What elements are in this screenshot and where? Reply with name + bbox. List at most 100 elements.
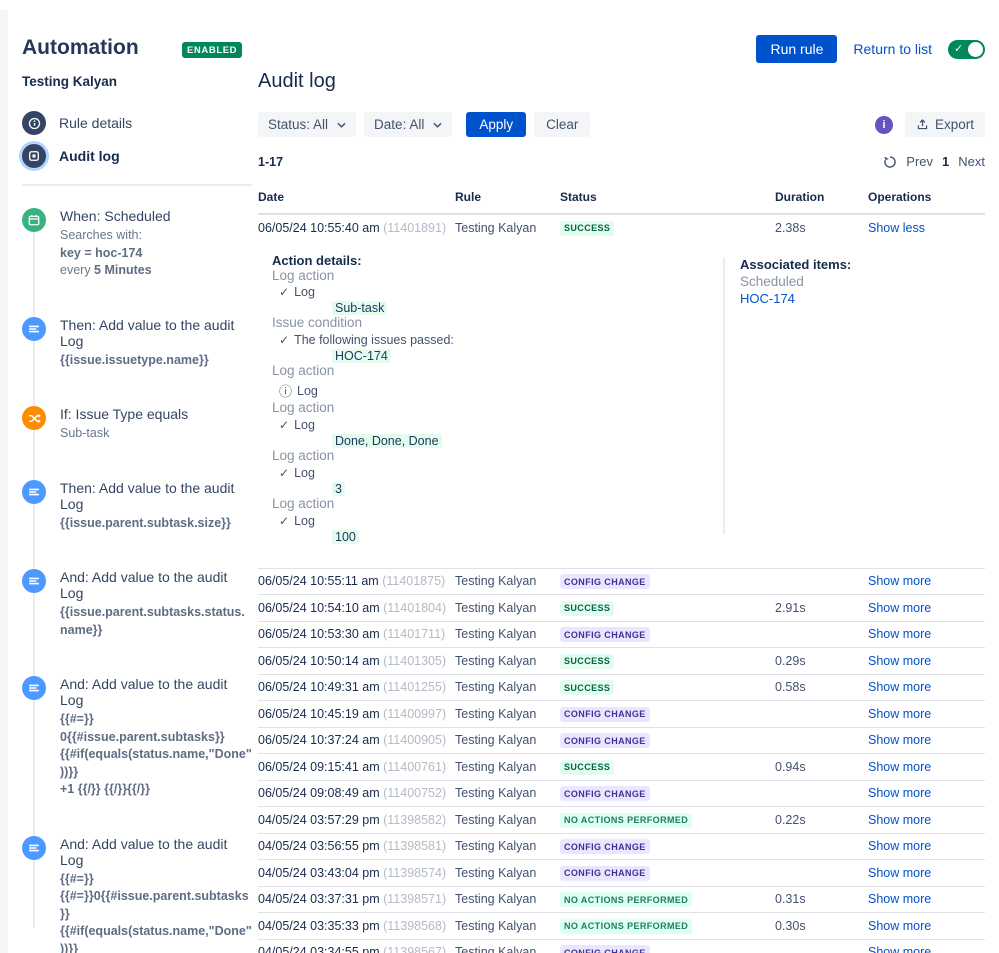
row-status: SUCCESS xyxy=(560,600,775,616)
action-entry: Log action ⓘ Log xyxy=(272,363,723,400)
show-more-link[interactable]: Show more xyxy=(868,945,931,953)
chevron-down-icon xyxy=(337,122,346,128)
action-entry: Log action ✓ Log Done, Done, Done xyxy=(272,400,723,448)
sidebar-item-rule-details[interactable]: Rule details xyxy=(22,111,252,135)
show-less-link[interactable]: Show less xyxy=(868,221,925,235)
rule-step[interactable]: Then: Add value to the audit Log {{issue… xyxy=(22,479,252,533)
step-description: {{issue.parent.subtask.size}} xyxy=(60,515,231,530)
rule-enabled-toggle[interactable]: ✓ xyxy=(948,39,985,59)
action-result: Log xyxy=(294,285,315,300)
step-description: {{#=}} {{#=}}0{{#issue.parent.subtasks}}{… xyxy=(60,871,252,953)
row-date: 06/05/24 09:15:41 am (11400761) xyxy=(258,759,447,774)
status-badge: SUCCESS xyxy=(560,600,615,616)
row-rule: Testing Kalyan xyxy=(455,653,537,668)
show-more-link[interactable]: Show more xyxy=(868,680,931,694)
show-more-link[interactable]: Show more xyxy=(868,786,931,800)
row-rule: Testing Kalyan xyxy=(455,733,537,748)
run-rule-button[interactable]: Run rule xyxy=(756,35,838,63)
check-icon: ✓ xyxy=(279,465,290,480)
row-id: (11400761) xyxy=(383,759,447,774)
export-button[interactable]: Export xyxy=(904,112,985,137)
action-entry: Issue condition ✓ The following issues pa… xyxy=(272,315,723,364)
list-icon xyxy=(22,316,46,341)
show-more-link[interactable]: Show more xyxy=(868,654,931,668)
row-date: 04/05/24 03:43:04 pm (11398574) xyxy=(258,865,447,880)
action-value: Sub-task xyxy=(332,301,388,316)
show-more-link[interactable]: Show more xyxy=(868,919,931,933)
row-id: (11401305) xyxy=(383,653,447,668)
row-id: (11398568) xyxy=(383,918,447,933)
row-date: 06/05/24 10:55:11 am (11401875) xyxy=(258,574,446,589)
show-more-link[interactable]: Show more xyxy=(868,574,931,588)
table-body: 06/05/24 10:55:11 am (11401875) Testing … xyxy=(258,569,985,953)
table-row-expanded: 06/05/24 10:55:40 am (11401891) Testing … xyxy=(258,215,985,241)
rule-step[interactable]: And: Add value to the audit Log {{#=}} 0… xyxy=(22,676,252,799)
column-header-rule: Rule xyxy=(455,190,482,204)
row-status: SUCCESS xyxy=(560,680,775,696)
show-more-link[interactable]: Show more xyxy=(868,839,931,853)
row-status: CONFIG CHANGE xyxy=(560,839,775,855)
row-duration: 0.94s xyxy=(775,759,806,774)
status-badge: NO ACTIONS PERFORMED xyxy=(560,892,693,908)
status-badge: CONFIG CHANGE xyxy=(560,733,650,749)
status-badge: SUCCESS xyxy=(560,680,615,696)
row-status: NO ACTIONS PERFORMED xyxy=(560,892,775,908)
step-title: And: Add value to the audit Log xyxy=(60,569,228,601)
status-badge: CONFIG CHANGE xyxy=(560,865,650,881)
refresh-icon[interactable] xyxy=(883,155,897,169)
action-entry: Log action ✓ Log Sub-task xyxy=(272,268,723,316)
status-badge: CONFIG CHANGE xyxy=(560,627,650,643)
show-more-link[interactable]: Show more xyxy=(868,813,931,827)
action-label: Log action xyxy=(272,447,335,463)
return-to-list-link[interactable]: Return to list xyxy=(853,41,932,57)
sidebar-item-label: Audit log xyxy=(59,148,120,164)
action-label: Log action xyxy=(272,495,335,511)
associated-items: Associated items: Scheduled HOC-174 xyxy=(723,256,985,534)
info-icon[interactable]: i xyxy=(874,115,893,134)
status-badge: CONFIG CHANGE xyxy=(560,839,650,855)
rule-step[interactable]: And: Add value to the audit Log {{#=}}{{… xyxy=(22,835,252,953)
apply-button[interactable]: Apply xyxy=(466,112,527,137)
divider xyxy=(22,184,252,186)
info-icon: ⓘ xyxy=(279,384,293,400)
rule-sidebar: Testing Kalyan Rule details Audit log Wh… xyxy=(22,74,252,953)
next-page-link[interactable]: Next xyxy=(958,154,985,169)
step-title: Then: Add value to the audit Log xyxy=(60,479,235,512)
row-date: 04/05/24 03:34:55 pm (11398567) xyxy=(258,945,455,953)
sidebar-item-audit-log[interactable]: Audit log xyxy=(22,144,252,168)
table-row: 04/05/24 03:35:33 pm (11398568) Testing … xyxy=(258,913,985,940)
row-rule: Testing Kalyan xyxy=(455,892,537,907)
show-more-link[interactable]: Show more xyxy=(868,733,931,747)
associated-issue-link[interactable]: HOC-174 xyxy=(740,291,985,306)
show-more-link[interactable]: Show more xyxy=(868,601,931,615)
show-more-link[interactable]: Show more xyxy=(868,866,931,880)
row-date: 04/05/24 03:35:33 pm (11398568) xyxy=(258,918,447,933)
status-badge: CONFIG CHANGE xyxy=(560,945,650,953)
audit-log-panel: Audit log Status: All Date: All Apply Cl… xyxy=(258,70,985,953)
action-value: 100 xyxy=(332,529,359,544)
column-header-duration: Duration xyxy=(775,190,825,204)
rule-step[interactable]: And: Add value to the audit Log {{issue.… xyxy=(22,569,252,639)
status-badge: SUCCESS xyxy=(560,759,615,775)
date-filter-dropdown[interactable]: Date: All xyxy=(364,112,453,137)
table-row: 06/05/24 10:54:10 am (11401804) Testing … xyxy=(258,595,985,622)
show-more-link[interactable]: Show more xyxy=(868,892,931,906)
row-date: 06/05/24 10:54:10 am (11401804) xyxy=(258,600,447,615)
check-icon: ✓ xyxy=(279,285,290,300)
show-more-link[interactable]: Show more xyxy=(868,707,931,721)
status-filter-dropdown[interactable]: Status: All xyxy=(258,112,357,137)
row-status: CONFIG CHANGE xyxy=(560,865,775,881)
header-actions: Run rule Return to list ✓ xyxy=(756,35,985,63)
prev-page-link[interactable]: Prev xyxy=(906,154,933,169)
row-duration: 2.91s xyxy=(775,600,806,615)
action-details-title: Action details: xyxy=(272,252,362,268)
step-description: Sub-task xyxy=(60,426,110,440)
rule-step[interactable]: Then: Add value to the audit Log {{issue… xyxy=(22,316,252,370)
show-more-link[interactable]: Show more xyxy=(868,627,931,641)
clear-button[interactable]: Clear xyxy=(534,112,591,137)
show-more-link[interactable]: Show more xyxy=(868,760,931,774)
result-range: 1-17 xyxy=(258,154,284,169)
rule-step[interactable]: If: Issue Type equals Sub-task xyxy=(22,406,252,443)
rule-step[interactable]: When: Scheduled Searches with: key = hoc-… xyxy=(22,208,252,280)
row-date: 06/05/24 10:53:30 am (11401711) xyxy=(258,627,446,642)
